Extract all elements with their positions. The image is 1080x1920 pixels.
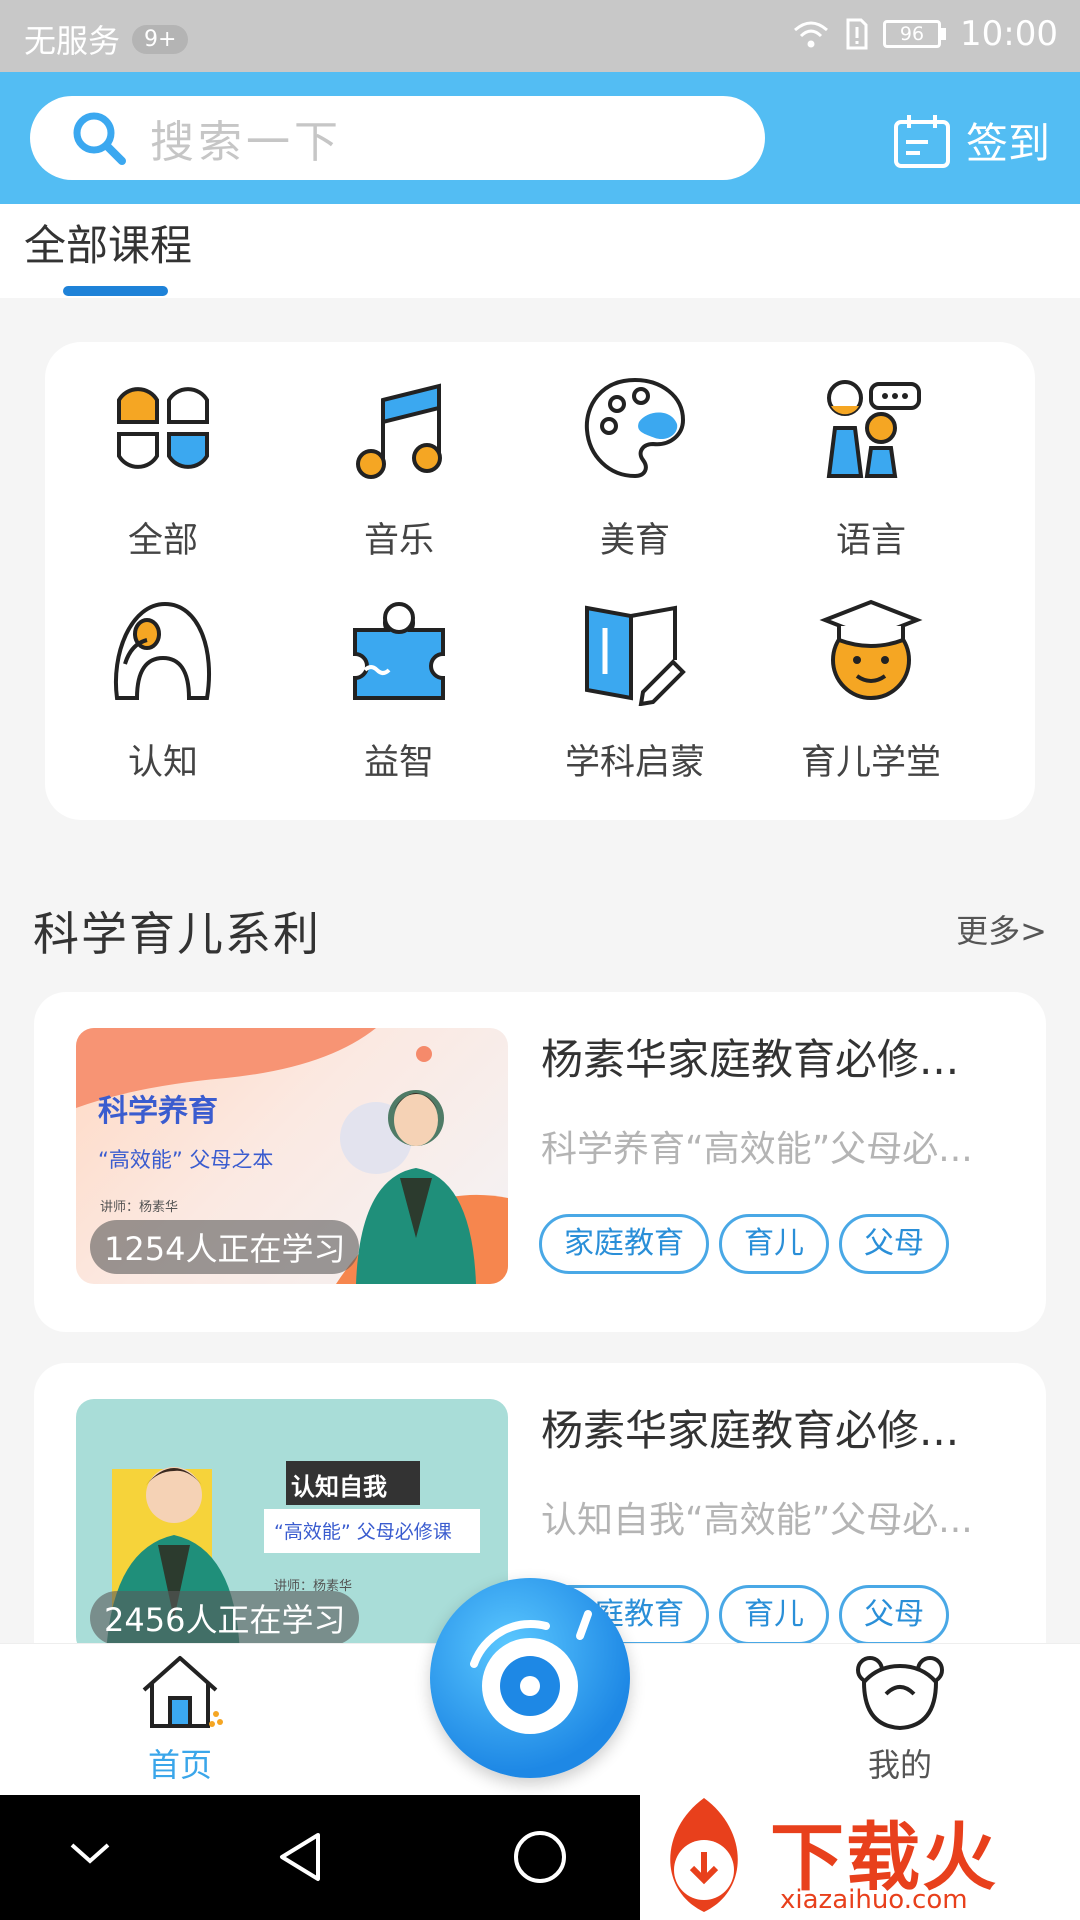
notification-badge: 9+ xyxy=(132,24,189,54)
profile-bear-icon xyxy=(856,1656,944,1731)
search-placeholder: 搜索一下 xyxy=(150,117,342,168)
brain-head-icon xyxy=(114,601,212,700)
course-tags: 家庭教育 育儿 父母 xyxy=(539,1214,949,1274)
search-bar[interactable]: 搜索一下 xyxy=(30,96,765,180)
category-label: 全部 xyxy=(127,521,198,561)
status-bar: 无服务 9+ 96 10:00 xyxy=(0,0,1080,72)
player-fab[interactable] xyxy=(430,1578,630,1778)
thumbnail-heading: 科学养育 xyxy=(98,1094,218,1129)
thumbnail-teacher: 讲师：杨素华 xyxy=(100,1200,179,1215)
category-label: 益智 xyxy=(363,743,434,783)
book-pencil-icon xyxy=(585,605,686,706)
thumbnail-subheading: “高效能” 父母必修课 xyxy=(274,1521,452,1543)
category-language[interactable]: 语言 xyxy=(753,372,989,563)
category-label: 语言 xyxy=(835,521,906,561)
category-label: 育儿学堂 xyxy=(800,743,941,783)
category-grid: 全部 音乐 美育 语言 认知 益智 学科启蒙 育儿学堂 xyxy=(45,342,1035,820)
watermark-logo: 下载火 xiazaihuo.com xyxy=(640,1790,1080,1920)
battery-tip xyxy=(941,28,947,40)
carrier-text: 无服务 xyxy=(24,22,121,60)
graduate-face-icon xyxy=(819,599,923,700)
tab-indicator xyxy=(63,286,168,296)
section-title: 科学育儿系利 xyxy=(33,907,321,961)
category-cognition[interactable]: 认知 xyxy=(45,594,281,785)
tab-all-courses[interactable]: 全部课程 xyxy=(24,212,192,273)
calendar-icon xyxy=(893,114,950,168)
back-triangle-icon[interactable] xyxy=(276,1831,324,1883)
wifi-icon xyxy=(794,21,829,48)
tag-family-education[interactable]: 家庭教育 xyxy=(539,1214,709,1274)
learners-count: 2456人正在学习 xyxy=(90,1591,360,1645)
checkin-button[interactable]: 签到 xyxy=(892,110,1050,171)
course-card[interactable]: 科学养育 “高效能” 父母之本 讲师：杨素华 1254人正在学习 杨素华家庭教育… xyxy=(34,992,1046,1332)
category-aesthetic[interactable]: 美育 xyxy=(517,372,753,563)
category-subject[interactable]: 学科启蒙 xyxy=(517,594,753,785)
category-label: 音乐 xyxy=(363,521,434,561)
watermark-url: xiazaihuo.com xyxy=(780,1885,968,1915)
battery-icon: 96 xyxy=(883,20,947,48)
tag-parenting[interactable]: 育儿 xyxy=(719,1585,829,1645)
disc-icon xyxy=(470,1610,592,1734)
tag-parents[interactable]: 父母 xyxy=(839,1214,949,1274)
tab-bar: 全部课程 xyxy=(0,204,1080,298)
category-parenting[interactable]: 育儿学堂 xyxy=(753,594,989,785)
course-title: 杨素华家庭教育必修... xyxy=(541,1406,960,1455)
more-link[interactable]: 更多> xyxy=(956,906,1047,952)
learners-count: 1254人正在学习 xyxy=(90,1220,360,1274)
flame-logo-icon xyxy=(670,1798,738,1912)
nav-mine[interactable]: 我的 xyxy=(820,1652,980,1786)
category-puzzle[interactable]: 益智 xyxy=(281,594,517,785)
home-circle-icon[interactable] xyxy=(512,1829,568,1885)
chevron-down-icon[interactable] xyxy=(68,1839,112,1867)
battery-level: 96 xyxy=(883,20,942,48)
status-right: 96 10:00 xyxy=(791,14,1058,54)
puzzle-icon xyxy=(353,602,445,700)
app-header: 搜索一下 签到 xyxy=(0,72,1080,204)
thumbnail-subheading: “高效能” 父母之本 xyxy=(98,1148,274,1172)
category-label: 认知 xyxy=(127,743,198,783)
search-icon xyxy=(73,112,126,165)
people-talk-icon xyxy=(826,380,921,478)
nav-home[interactable]: 首页 xyxy=(100,1652,260,1786)
palette-icon xyxy=(584,377,686,479)
status-left: 无服务 9+ xyxy=(24,16,189,62)
nav-mine-label: 我的 xyxy=(867,1746,932,1784)
course-subtitle: 科学养育“高效能”父母必... xyxy=(541,1129,973,1170)
category-all[interactable]: 全部 xyxy=(45,372,281,563)
home-icon xyxy=(142,1656,223,1728)
tag-parenting[interactable]: 育儿 xyxy=(719,1214,829,1274)
category-music[interactable]: 音乐 xyxy=(281,372,517,563)
thumbnail-heading: 认知自我 xyxy=(291,1473,387,1501)
tag-parents[interactable]: 父母 xyxy=(839,1585,949,1645)
music-note-icon xyxy=(356,383,442,479)
sim-alert-icon xyxy=(846,18,868,50)
category-label: 美育 xyxy=(599,521,670,561)
course-thumbnail: 科学养育 “高效能” 父母之本 讲师：杨素华 1254人正在学习 xyxy=(76,1028,508,1284)
category-label: 学科启蒙 xyxy=(564,743,705,783)
checkin-label: 签到 xyxy=(965,119,1050,168)
clock: 10:00 xyxy=(960,14,1058,54)
nav-home-label: 首页 xyxy=(147,1746,212,1784)
course-subtitle: 认知自我“高效能”父母必... xyxy=(541,1500,973,1541)
clover-icon xyxy=(117,387,209,469)
course-title: 杨素华家庭教育必修... xyxy=(541,1035,960,1084)
